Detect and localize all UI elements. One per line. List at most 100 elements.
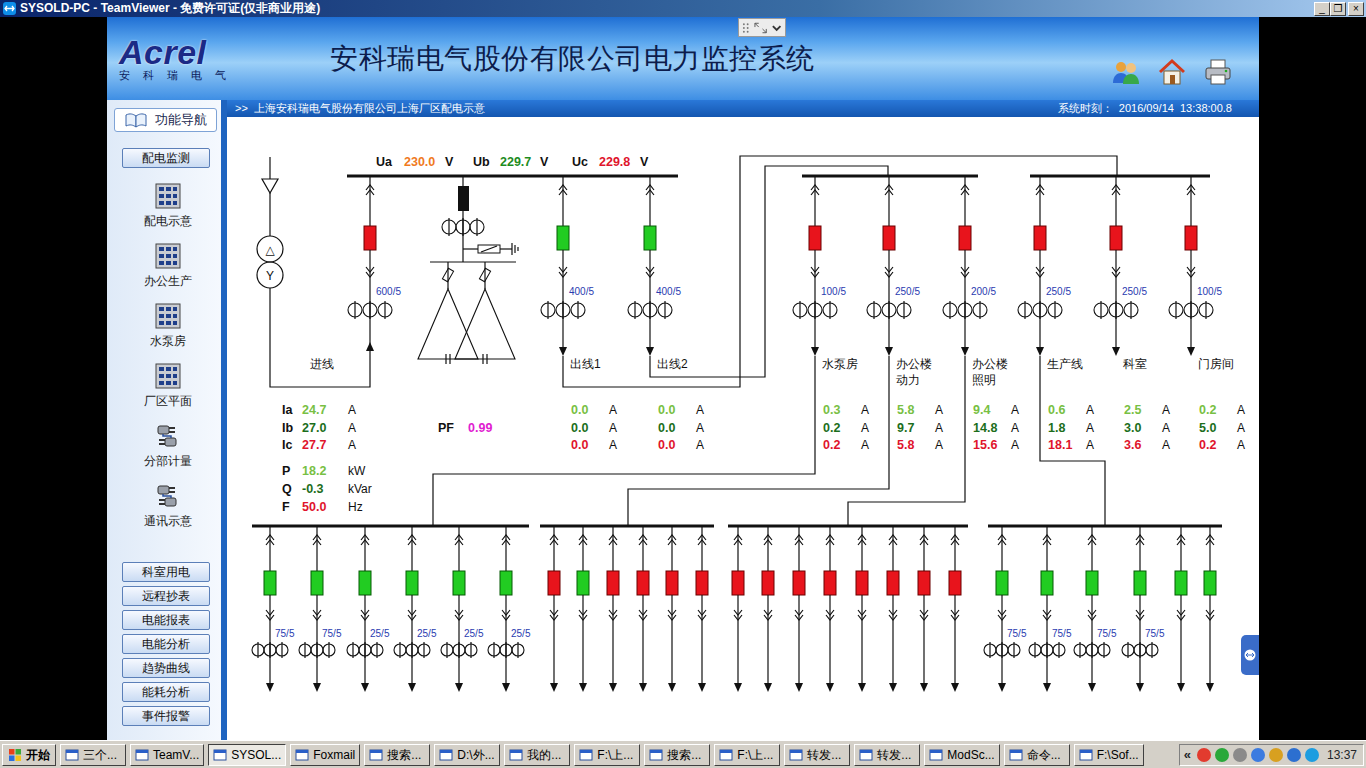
remote-toolbar[interactable] (738, 18, 786, 37)
breaker[interactable] (1134, 571, 1146, 595)
task-button[interactable]: F:\上... (574, 744, 640, 766)
breaker[interactable] (1175, 571, 1187, 595)
breaker[interactable] (666, 571, 678, 595)
page-item[interactable]: 配电示意 (114, 183, 221, 243)
tray-toggle[interactable]: « (1184, 745, 1193, 765)
task-button[interactable]: 三个... (60, 744, 126, 766)
wire (269, 157, 270, 179)
ct-ratio: 25/5 (511, 628, 531, 639)
breaker[interactable] (548, 571, 560, 595)
current-unit: A (696, 403, 704, 417)
page-item[interactable]: 厂区平面 (114, 363, 221, 423)
wire (1115, 197, 1116, 226)
home-icon[interactable] (1157, 57, 1187, 87)
breaker[interactable] (696, 571, 708, 595)
breaker[interactable] (824, 571, 836, 595)
start-button[interactable]: 开始 (2, 744, 56, 766)
breaker[interactable] (918, 571, 930, 595)
function-button[interactable]: 科室用电 (122, 562, 210, 582)
breaker[interactable] (883, 226, 895, 250)
tray-app-icon[interactable] (1269, 748, 1283, 762)
task-button[interactable]: 命令... (1004, 744, 1070, 766)
breaker[interactable] (1110, 226, 1122, 250)
breaker[interactable] (607, 571, 619, 595)
task-button[interactable]: 搜索... (364, 744, 430, 766)
teamviewer-icon[interactable] (1244, 649, 1256, 661)
function-button[interactable]: 电能报表 (122, 610, 210, 630)
breaker[interactable] (959, 226, 971, 250)
breaker[interactable] (311, 571, 323, 595)
task-button[interactable]: ModSc... (924, 744, 999, 766)
page-item[interactable]: 通讯示意 (114, 483, 221, 543)
breaker[interactable] (949, 571, 961, 595)
task-button[interactable]: D:\外... (434, 744, 500, 766)
breaker[interactable] (809, 226, 821, 250)
expand-icon[interactable] (754, 22, 767, 34)
wire (1091, 608, 1092, 620)
close-button[interactable]: × (1348, 2, 1364, 16)
grip-icon[interactable] (742, 22, 751, 34)
breaker[interactable] (887, 571, 899, 595)
task-button[interactable]: 转发... (854, 744, 920, 766)
disconnector-icon (961, 185, 969, 197)
printer-icon[interactable] (1203, 57, 1233, 87)
task-button[interactable]: F:\上... (714, 744, 780, 766)
breaker[interactable] (453, 571, 465, 595)
section-button[interactable]: 配电监测 (122, 148, 210, 168)
function-button[interactable]: 电能分析 (122, 634, 210, 654)
task-button[interactable]: 我的... (504, 744, 570, 766)
breaker[interactable] (406, 571, 418, 595)
restore-button[interactable]: ❐ (1330, 2, 1346, 16)
nav-header[interactable]: 功能导航 (114, 108, 217, 132)
breaker[interactable] (996, 571, 1008, 595)
breaker[interactable] (557, 226, 569, 250)
page-item[interactable]: 办公生产 (114, 243, 221, 303)
breaker[interactable] (644, 226, 656, 250)
tray-app-icon[interactable] (1197, 748, 1211, 762)
chevron-down-icon[interactable] (771, 22, 782, 34)
tray-app-icon[interactable] (1233, 748, 1247, 762)
breaker[interactable] (762, 571, 774, 595)
disconnector-icon (961, 265, 969, 277)
function-button[interactable]: 远程抄表 (122, 586, 210, 606)
breaker[interactable] (359, 571, 371, 595)
page-item[interactable]: 水泵房 (114, 303, 221, 363)
function-button[interactable]: 能耗分析 (122, 682, 210, 702)
breaker[interactable] (793, 571, 805, 595)
disconnector-icon (550, 608, 558, 620)
breadcrumb-marker: >> (235, 100, 248, 117)
tray-app-icon[interactable] (1305, 748, 1319, 762)
wire (269, 620, 270, 683)
breaker[interactable] (364, 226, 376, 250)
breaker[interactable] (1204, 571, 1216, 595)
breaker[interactable] (732, 571, 744, 595)
tray-app-icon[interactable] (1287, 748, 1301, 762)
task-button[interactable]: 搜索... (644, 744, 710, 766)
breaker[interactable] (1185, 226, 1197, 250)
task-button[interactable]: Foxmail (290, 744, 360, 766)
page-item[interactable]: 分部计量 (114, 423, 221, 483)
task-button[interactable]: 转发... (784, 744, 850, 766)
users-icon[interactable] (1111, 57, 1141, 87)
breaker[interactable] (500, 571, 512, 595)
remote-side-tab[interactable] (1241, 635, 1259, 675)
task-button[interactable]: TeamV... (130, 744, 204, 766)
breaker[interactable] (264, 571, 276, 595)
wire (1001, 620, 1002, 683)
disconnector-icon (502, 608, 510, 620)
breaker[interactable] (1041, 571, 1053, 595)
tray-app-icon[interactable] (1215, 748, 1229, 762)
tray-app-icon[interactable] (1251, 748, 1265, 762)
breaker[interactable] (856, 571, 868, 595)
task-button[interactable]: F:\Sof... (1074, 744, 1144, 766)
function-button[interactable]: 趋势曲线 (122, 658, 210, 678)
book-icon (125, 112, 147, 128)
breaker[interactable] (577, 571, 589, 595)
task-button[interactable]: SYSOL... (208, 744, 286, 766)
breaker[interactable] (1086, 571, 1098, 595)
function-button[interactable]: 事件报警 (122, 706, 210, 726)
breaker[interactable] (637, 571, 649, 595)
wire (954, 620, 955, 683)
minimize-button[interactable]: _ (1314, 2, 1330, 16)
breaker[interactable] (1034, 226, 1046, 250)
